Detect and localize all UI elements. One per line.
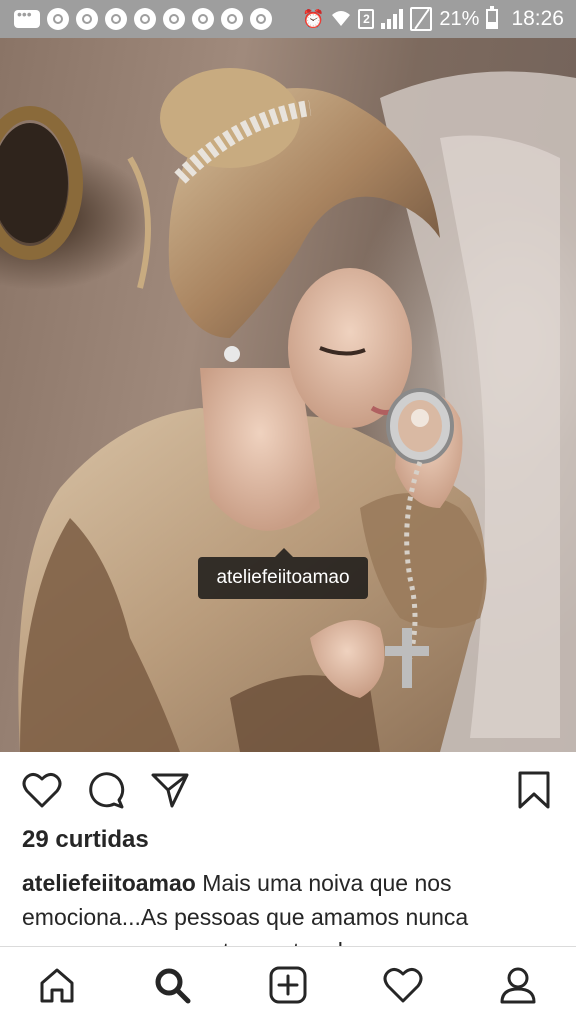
chrome-notification-icon (163, 8, 185, 30)
chrome-notification-icon (105, 8, 127, 30)
alarm-icon: ⏰ (301, 9, 325, 29)
bride-photo-illustration (0, 68, 576, 752)
battery-percent: 21% (439, 7, 480, 30)
notification-icons (14, 6, 272, 30)
chrome-notification-icon (47, 8, 69, 30)
comment-bubble-icon (89, 772, 125, 809)
share-button[interactable] (148, 768, 192, 812)
wifi-icon (331, 9, 351, 30)
home-icon (40, 968, 74, 1003)
profile-icon (500, 967, 536, 1004)
chrome-notification-icon (221, 8, 243, 30)
post-actions (0, 760, 576, 822)
system-indicators: ⏰ 2 21% 18:26 (301, 6, 564, 31)
chrome-notification-icon (134, 8, 156, 30)
chrome-notification-icon (76, 8, 98, 30)
nav-profile[interactable] (494, 961, 542, 1009)
save-button[interactable] (512, 768, 556, 812)
paper-plane-icon (151, 773, 189, 808)
message-icon (14, 6, 40, 28)
nav-search[interactable] (148, 961, 196, 1009)
nav-add-post[interactable] (264, 961, 312, 1009)
signal-icon (381, 9, 404, 29)
nav-activity[interactable] (379, 961, 427, 1009)
caption-username[interactable]: ateliefeiitoamao (22, 870, 196, 896)
post-photo[interactable]: ateliefeiitoamao (0, 38, 576, 752)
nav-home[interactable] (33, 961, 81, 1009)
chrome-notification-icon (250, 8, 272, 30)
likes-count[interactable]: 29 curtidas (22, 826, 149, 854)
heart-icon (383, 967, 423, 1003)
status-bar: ⏰ 2 21% 18:26 (0, 0, 576, 38)
search-icon (155, 968, 191, 1004)
chrome-notification-icon (192, 8, 214, 30)
battery-icon (486, 6, 499, 29)
post-caption: ateliefeiitoamao Mais uma noiva que nos … (22, 866, 552, 948)
bookmark-icon (518, 771, 550, 809)
like-button[interactable] (20, 768, 64, 812)
bottom-navigation (0, 946, 576, 1024)
no-sim-icon (410, 7, 433, 31)
comment-button[interactable] (84, 768, 128, 812)
heart-outline-icon (22, 772, 62, 808)
sim-slot-indicator: 2 (358, 9, 375, 29)
add-post-icon (269, 966, 307, 1004)
clock: 18:26 (511, 7, 564, 30)
photo-user-tag[interactable]: ateliefeiitoamao (198, 548, 368, 599)
